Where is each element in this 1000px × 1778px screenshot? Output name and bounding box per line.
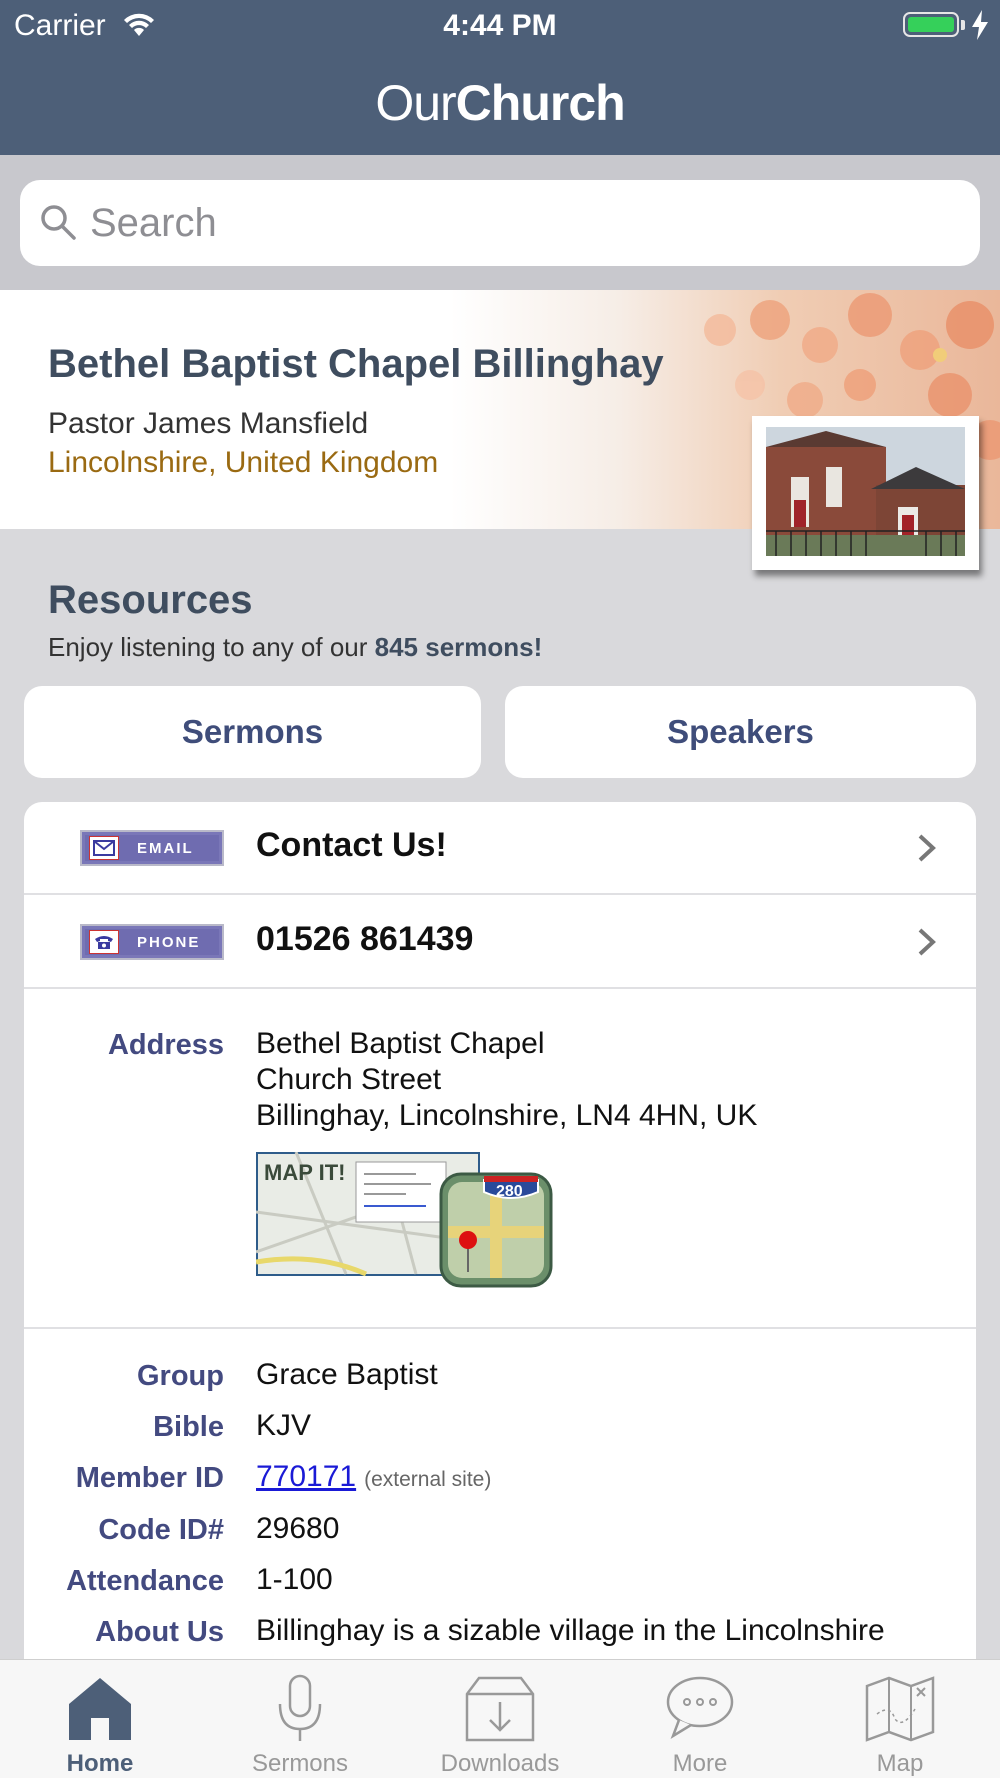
tab-home-label: Home [66,1750,134,1777]
home-icon [69,1678,131,1740]
charging-bolt-icon [972,10,988,40]
bible-value: KJV [256,1409,312,1442]
church-building-image [766,427,965,556]
address-line3: Billinghay, Lincolnshire, LN4 4HN, UK [256,1099,758,1132]
battery-tip [961,20,965,30]
attendance-value: 1-100 [256,1563,333,1596]
about-us-text: Billinghay is a sizable village in the L… [256,1614,885,1647]
battery-icon [903,12,959,37]
search-icon [41,205,76,240]
app-header: Carrier 4:44 PM OurChurch [0,0,1000,155]
chevron-right-icon [918,928,936,956]
chat-bubble-icon [666,1676,734,1739]
search-bar-container [0,155,1000,290]
church-details: Group Grace Baptist Bible KJV Member ID … [24,1331,976,1711]
highway-badge-text: 280 [496,1183,523,1200]
code-id-value: 29680 [256,1512,340,1545]
member-id-label: Member ID [75,1462,224,1494]
speakers-button[interactable]: Speakers [505,686,976,778]
about-us-label: About Us [95,1616,224,1648]
search-box[interactable] [20,180,980,266]
chevron-right-icon [918,834,936,862]
resources-subtitle: Enjoy listening to any of our 845 sermon… [48,632,542,663]
phone-tag-label: PHONE [137,933,201,951]
logo-text-church: Church [455,75,626,131]
download-icon [465,1676,535,1742]
church-info-card: EMAIL Contact Us! PHONE 01526 861439 Add… [24,802,976,1702]
logo-text-our: Our [375,75,456,131]
status-bar: Carrier 4:44 PM [0,0,1000,50]
envelope-icon [89,836,119,860]
tab-bar: Home Sermons Downloads More Map [0,1659,1000,1778]
microphone-icon [278,1674,322,1741]
search-input[interactable] [90,180,950,266]
email-tag: EMAIL [80,830,224,866]
tab-downloads[interactable]: Downloads [400,1660,600,1778]
status-time: 4:44 PM [443,9,557,42]
code-id-label: Code ID# [98,1514,224,1546]
telephone-icon [89,930,119,954]
church-location: Lincolnshire, United Kingdom [48,446,439,479]
member-id-link[interactable]: 770171 [256,1460,356,1493]
phone-tag: PHONE [80,924,224,960]
pastor-name: Pastor James Mansfield [48,407,369,440]
map-icon [865,1676,935,1742]
contact-us-row[interactable]: EMAIL Contact Us! [24,802,976,895]
phone-number: 01526 861439 [256,920,474,958]
church-header-card: Bethel Baptist Chapel Billinghay Pastor … [0,290,1000,570]
address-line2: Church Street [256,1063,442,1096]
tab-home[interactable]: Home [0,1660,200,1778]
member-id-row: 770171 (external site) [256,1460,491,1494]
attendance-label: Attendance [66,1565,224,1597]
group-label: Group [137,1360,224,1392]
church-photo[interactable] [752,416,979,570]
tab-more[interactable]: More [600,1660,800,1778]
resources-heading: Resources [48,578,253,622]
resources-subtitle-text: Enjoy listening to any of our [48,632,375,662]
tab-more-label: More [672,1750,728,1777]
address-line1: Bethel Baptist Chapel [256,1027,545,1060]
address-section: Address Bethel Baptist Chapel Church Str… [24,991,976,1329]
tab-map[interactable]: Map [800,1660,1000,1778]
sermons-button[interactable]: Sermons [24,686,481,778]
group-value: Grace Baptist [256,1358,438,1391]
tab-sermons[interactable]: Sermons [200,1660,400,1778]
app-logo: OurChurch [0,74,1000,132]
sermon-count: 845 sermons! [374,632,543,662]
bible-label: Bible [153,1411,224,1443]
map-it-button[interactable]: MAP IT! 280 [255,1151,556,1292]
church-name: Bethel Baptist Chapel Billinghay [48,342,664,386]
tab-map-label: Map [876,1750,924,1777]
tab-sermons-label: Sermons [251,1750,349,1777]
external-site-note: (external site) [364,1468,492,1491]
email-tag-label: EMAIL [137,839,194,857]
contact-us-label: Contact Us! [256,826,447,864]
tab-downloads-label: Downloads [440,1750,560,1777]
phone-row[interactable]: PHONE 01526 861439 [24,896,976,989]
address-label: Address [107,1029,224,1061]
map-it-text: MAP IT! [264,1160,345,1185]
